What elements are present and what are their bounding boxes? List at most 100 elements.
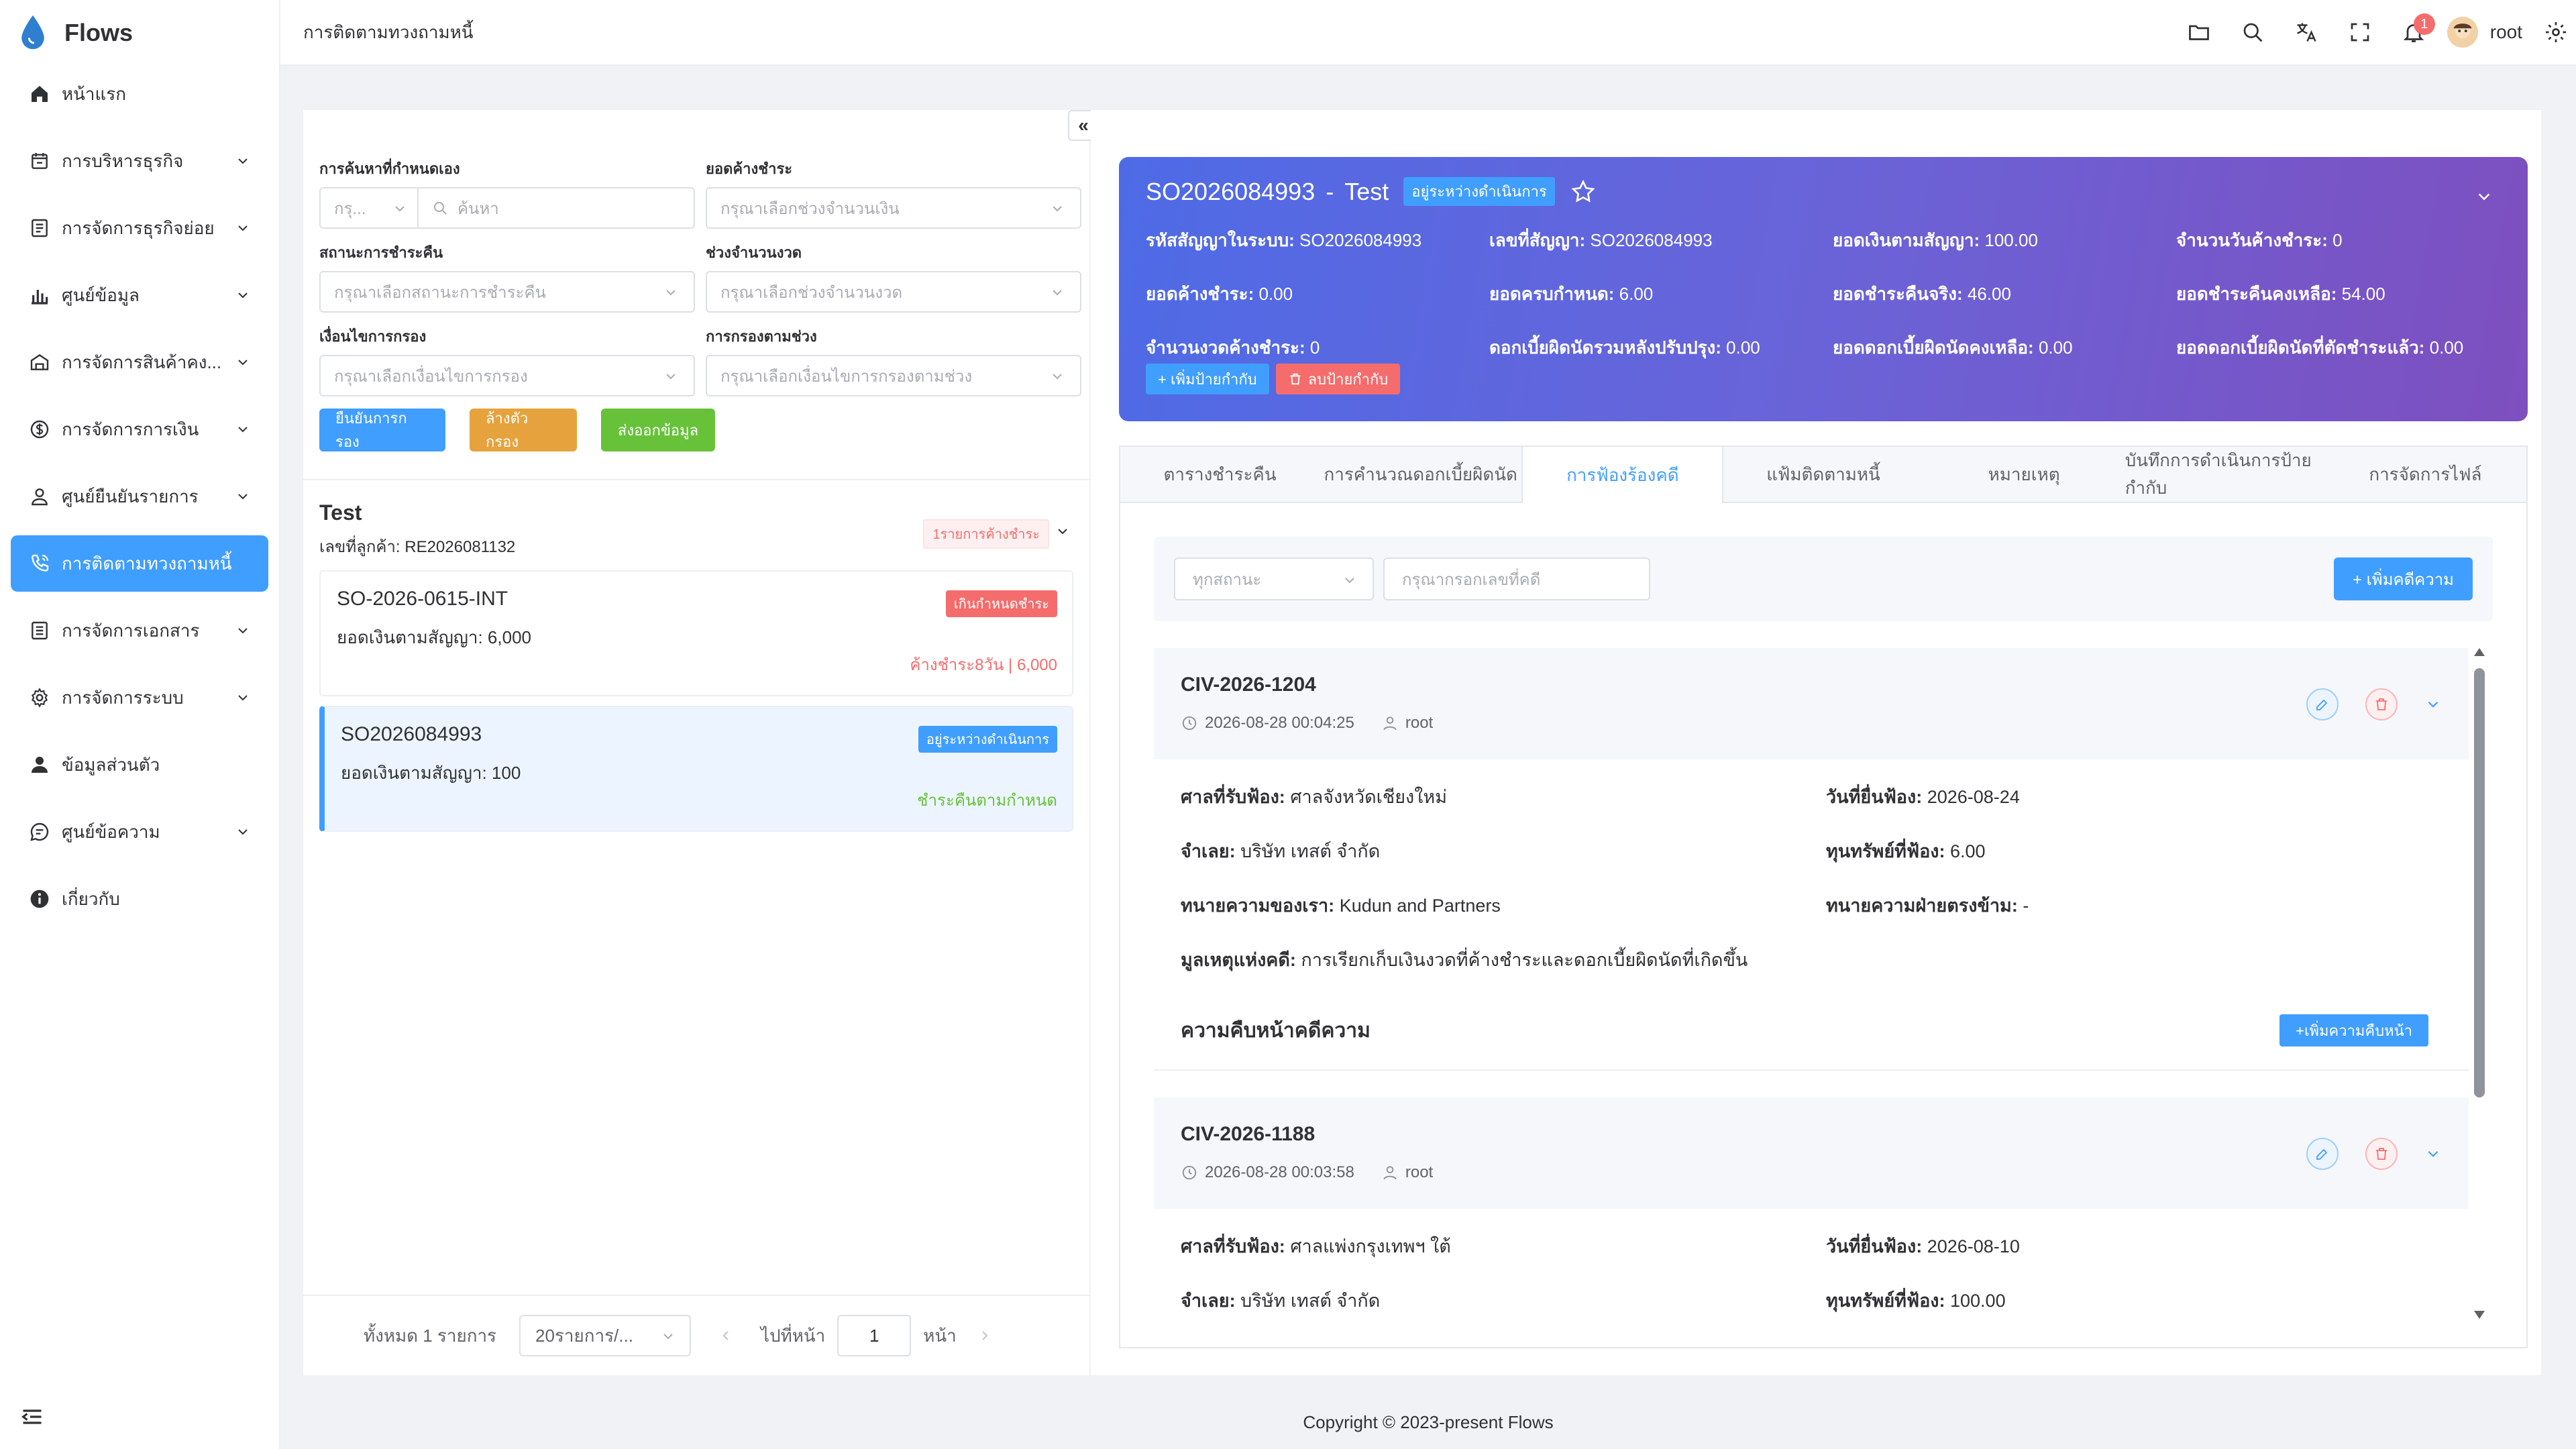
contract-card[interactable]: SO2026084993 ยอดเงินตามสัญญา: 100 อยู่ระ… — [319, 706, 1073, 832]
page-number-input[interactable]: 1 — [837, 1315, 912, 1356]
case-number-input[interactable]: กรุณากรอกเลขที่คดี — [1383, 557, 1650, 600]
sidebar-item[interactable]: การจัดการธุรกิจย่อย — [11, 200, 268, 256]
contract-field: ยอดเงินตามสัญญา: 100.00 — [1833, 230, 2038, 250]
app-logo[interactable]: Flows — [0, 0, 279, 66]
repay-status: ชำระคืนตามกำหนด — [917, 792, 1057, 810]
delete-case-button[interactable] — [2365, 688, 2398, 720]
tab[interactable]: การฟ้องร้องคดี — [1521, 447, 1724, 503]
tab[interactable]: แฟ้มติดตามหนี้ — [1723, 447, 1924, 502]
contract-card[interactable]: SO-2026-0615-INT ยอดเงินตามสัญญา: 6,000 … — [319, 570, 1073, 696]
contract-field: ยอดครบกำหนด: 6.00 — [1489, 284, 1654, 304]
contract-field: จำนวนวันค้างชำระ: 0 — [2176, 230, 2343, 250]
sidebar-item[interactable]: การจัดการการเงิน — [11, 401, 268, 458]
notification-bell-icon[interactable]: 1 — [2387, 5, 2440, 59]
outstanding-placeholder: กรุณาเลือกช่วงจำนวนเงิน — [720, 199, 900, 218]
chevron-down-icon — [663, 1334, 673, 1340]
case-header[interactable]: CIV-2026-1204 2026-08-28 00:04:25 root — [1154, 648, 2469, 759]
settings-gear-icon[interactable] — [2536, 5, 2576, 59]
customer-list-panel: การค้นหาที่กำหนดเอง กรุ... ค้นหา ยอดค้าง… — [303, 110, 1089, 1375]
filter-condition-select[interactable]: กรุณาเลือกเงื่อนไขการกรอง — [319, 355, 695, 396]
range-filter-select[interactable]: กรุณาเลือกเงื่อนไขการกรองตามช่วง — [706, 355, 1081, 396]
remove-tag-button[interactable]: ลบป้ายกำกับ — [1275, 364, 1401, 394]
export-data-button[interactable]: ส่งออกข้อมูล — [601, 409, 715, 451]
case-opposing-lawyer: ทนายความฝ่ายตรงข้าม: - — [1826, 896, 2029, 916]
contract-list: SO-2026-0615-INT ยอดเงินตามสัญญา: 6,000 … — [319, 570, 1073, 841]
folder-icon[interactable] — [2172, 5, 2226, 59]
contract-amount: ยอดเงินตามสัญญา: 6,000 — [337, 627, 531, 647]
sidebar-item-label: การบริหารธุรกิจ — [62, 150, 184, 171]
page-size-select[interactable]: 20รายการ/... — [519, 1315, 692, 1356]
repay-status-label: สถานะการชำระคืน — [319, 244, 443, 261]
user-menu[interactable]: root — [2447, 17, 2522, 48]
custom-search-field-select[interactable]: กรุ... — [319, 187, 419, 229]
sidebar-item-label: การจัดการระบบ — [62, 687, 184, 708]
sidebar-item[interactable]: เกี่ยวกับ — [11, 871, 268, 927]
next-page-icon[interactable] — [977, 1328, 993, 1344]
condition-placeholder: กรุณาเลือกเงื่อนไขการกรอง — [334, 367, 528, 386]
sidebar-item[interactable]: การบริหารธุรกิจ — [11, 133, 268, 189]
case-status-select[interactable]: ทุกสถานะ — [1174, 557, 1374, 600]
sidebar-item[interactable]: การจัดการระบบ — [11, 669, 268, 726]
repay-status-select[interactable]: กรุณาเลือกสถานะการชำระคืน — [319, 271, 695, 313]
filter-form: การค้นหาที่กำหนดเอง กรุ... ค้นหา ยอดค้าง… — [303, 110, 1089, 451]
scroll-up-arrow-icon[interactable] — [2474, 648, 2485, 656]
prev-page-icon[interactable] — [718, 1328, 734, 1344]
case-list-scrollbar[interactable] — [2471, 648, 2486, 1319]
case-header[interactable]: CIV-2026-1188 2026-08-28 00:03:58 root — [1154, 1097, 2469, 1209]
installment-range-select[interactable]: กรุณาเลือกช่วงจำนวนงวด — [706, 271, 1081, 313]
search-input[interactable]: ค้นหา — [419, 187, 695, 229]
sidebar-collapse-icon[interactable] — [20, 1405, 44, 1429]
edit-case-button[interactable] — [2306, 1138, 2339, 1170]
case-cause: มูลเหตุแห่งคดี: การเรียกเก็บเงินงวดที่ค้… — [1181, 950, 1748, 970]
customer-group[interactable]: Test เลขที่ลูกค้า: RE2026081132 1รายการค… — [303, 479, 1089, 559]
delete-case-button[interactable] — [2365, 1138, 2398, 1170]
footer-copyright: Copyright © 2023-present Flows — [1303, 1411, 1554, 1432]
chevron-down-icon[interactable] — [2474, 186, 2494, 207]
sidebar-item-label: ศูนย์ข้อมูล — [62, 284, 140, 305]
chevron-down-icon — [238, 695, 248, 701]
tab[interactable]: การจัดการไฟล์ — [2326, 447, 2526, 502]
contract-field: เลขที่สัญญา: SO2026084993 — [1489, 230, 1713, 250]
chevron-down-icon[interactable] — [2424, 696, 2442, 713]
breadcrumb: การติดตามทวงถามหนี้ — [303, 21, 474, 42]
scroll-down-arrow-icon[interactable] — [2474, 1311, 2485, 1319]
star-icon[interactable] — [1570, 178, 1597, 205]
sidebar-item[interactable]: การจัดการสินค้าคง... — [11, 334, 268, 390]
chevron-down-icon[interactable] — [2424, 1145, 2442, 1163]
scroll-thumb[interactable] — [2474, 668, 2485, 1097]
search-icon[interactable] — [2226, 5, 2279, 59]
add-tag-button[interactable]: + เพิ่มป้ายกำกับ — [1146, 364, 1269, 394]
tab[interactable]: หมายเหตุ — [1925, 447, 2125, 502]
sidebar-item[interactable]: ศูนย์ข้อความ — [11, 804, 268, 860]
clear-filter-button[interactable]: ล้างตัวกรอง — [470, 409, 577, 451]
contract-fields: รหัสสัญญาในระบบ: SO2026084993 เลขที่สัญญา… — [1146, 227, 2514, 358]
sidebar-item[interactable]: หน้าแรก — [11, 66, 268, 122]
condition-label: เงื่อนไขการกรอง — [319, 328, 427, 345]
case-time: 2026-08-28 00:04:25 — [1205, 714, 1354, 732]
fullscreen-icon[interactable] — [2333, 5, 2387, 59]
message-icon — [28, 820, 51, 843]
sidebar-item-label: ศูนย์ยืนยันรายการ — [62, 486, 199, 506]
sidebar-item[interactable]: ข้อมูลส่วนตัว — [11, 737, 268, 793]
contract-field: ยอดดอกเบี้ยผิดนัดคงเหลือ: 0.00 — [1833, 337, 2073, 358]
add-case-button[interactable]: + เพิ่มคดีความ — [2334, 557, 2473, 600]
sidebar-item[interactable]: การจัดการเอกสาร — [11, 602, 268, 659]
add-progress-button[interactable]: +เพิ่มความคืบหน้า — [2279, 1014, 2428, 1046]
contract-field: ยอดชำระคืนจริง: 46.00 — [1833, 284, 2011, 304]
sidebar-item[interactable]: ศูนย์ยืนยันรายการ — [11, 468, 268, 525]
sidebar-item[interactable]: การติดตามทวงถามหนี้ — [11, 535, 268, 592]
range-filter-placeholder: กรุณาเลือกเงื่อนไขการกรองตามช่วง — [720, 367, 973, 386]
sidebar-item-label: การจัดการการเงิน — [62, 419, 199, 439]
translate-icon[interactable] — [2279, 5, 2333, 59]
contract-amount: ยอดเงินตามสัญญา: 100 — [341, 763, 521, 783]
edit-case-button[interactable] — [2306, 688, 2339, 720]
tab[interactable]: บันทึกการดำเนินการป้ายกำกับ — [2125, 447, 2326, 502]
custom-search-field-value: กรุ... — [334, 199, 366, 218]
outstanding-range-select[interactable]: กรุณาเลือกช่วงจำนวนเงิน — [706, 187, 1081, 229]
confirm-filter-button[interactable]: ยืนยันการกรอง — [319, 409, 445, 451]
sidebar-item[interactable]: ศูนย์ข้อมูล — [11, 267, 268, 323]
tab[interactable]: การคำนวณดอกเบี้ยผิดนัด — [1321, 447, 1521, 502]
tab[interactable]: ตารางชำระคืน — [1120, 447, 1321, 502]
chevron-down-icon[interactable] — [1055, 523, 1071, 539]
app-name: Flows — [64, 19, 133, 46]
